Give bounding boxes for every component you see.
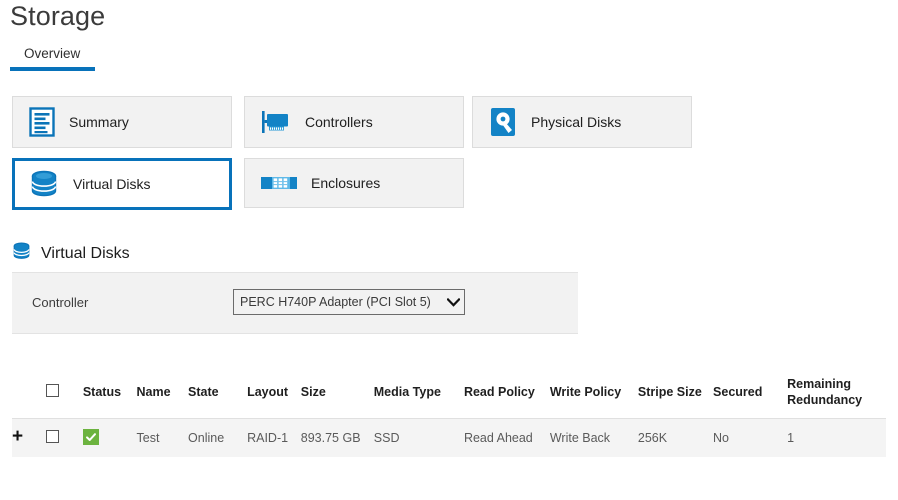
virtual-disks-table: Status Name State Layout Size Media Type… bbox=[12, 366, 886, 457]
card-summary-label: Summary bbox=[69, 114, 129, 130]
card-physical-disks-label: Physical Disks bbox=[531, 114, 621, 130]
document-lines-icon bbox=[29, 107, 55, 137]
td-layout: RAID-1 bbox=[247, 419, 301, 458]
card-enclosures[interactable]: Enclosures bbox=[244, 158, 464, 208]
td-size: 893.75 GB bbox=[301, 419, 374, 458]
th-secured: Secured bbox=[713, 366, 787, 419]
checkbox-unchecked-icon[interactable] bbox=[46, 384, 59, 397]
controller-filter-label: Controller bbox=[32, 295, 88, 310]
td-write-policy: Write Back bbox=[550, 419, 638, 458]
storage-page: Storage Overview Summary bbox=[0, 0, 898, 500]
th-remaining-redundancy: Remaining Redundancy bbox=[787, 366, 886, 419]
database-stack-icon bbox=[12, 241, 31, 266]
td-status bbox=[83, 419, 137, 458]
th-size: Size bbox=[301, 366, 374, 419]
td-name: Test bbox=[137, 419, 189, 458]
status-ok-check-icon bbox=[83, 429, 99, 445]
tab-active-underline bbox=[10, 67, 95, 71]
table-header-row: Status Name State Layout Size Media Type… bbox=[12, 366, 886, 419]
card-controllers-label: Controllers bbox=[305, 114, 373, 130]
td-secured: No bbox=[713, 419, 787, 458]
enclosure-icon bbox=[261, 173, 297, 193]
card-summary[interactable]: Summary bbox=[12, 96, 232, 148]
th-read-policy: Read Policy bbox=[464, 366, 550, 419]
hard-disk-icon bbox=[489, 107, 517, 137]
table-body: + Test Online RAID-1 893.75 GB SSD bbox=[12, 419, 886, 458]
controller-select[interactable]: PERC H740P Adapter (PCI Slot 5) bbox=[233, 289, 465, 315]
th-stripe-size: Stripe Size bbox=[638, 366, 713, 419]
td-remaining-redundancy: 1 bbox=[787, 419, 886, 458]
checkbox-unchecked-icon[interactable] bbox=[46, 430, 59, 443]
controller-filter-panel: Controller PERC H740P Adapter (PCI Slot … bbox=[12, 272, 578, 334]
td-expand: + bbox=[12, 419, 46, 458]
td-stripe-size: 256K bbox=[638, 419, 713, 458]
td-select bbox=[46, 419, 83, 458]
th-write-policy: Write Policy bbox=[550, 366, 638, 419]
section-header-virtual-disks: Virtual Disks bbox=[12, 241, 130, 266]
td-state: Online bbox=[188, 419, 247, 458]
table-row[interactable]: + Test Online RAID-1 893.75 GB SSD bbox=[12, 419, 886, 458]
th-name: Name bbox=[137, 366, 189, 419]
th-media-type: Media Type bbox=[374, 366, 464, 419]
th-expand bbox=[12, 366, 46, 419]
td-media-type: SSD bbox=[374, 419, 464, 458]
pci-card-icon bbox=[261, 109, 291, 135]
database-stack-icon bbox=[29, 169, 59, 199]
card-virtual-disks-label: Virtual Disks bbox=[73, 176, 151, 192]
page-title: Storage bbox=[10, 1, 105, 32]
section-title: Virtual Disks bbox=[41, 245, 130, 263]
plus-expand-icon[interactable]: + bbox=[12, 430, 23, 444]
card-physical-disks[interactable]: Physical Disks bbox=[472, 96, 692, 148]
card-virtual-disks[interactable]: Virtual Disks bbox=[12, 158, 232, 210]
card-enclosures-label: Enclosures bbox=[311, 175, 380, 191]
th-state: State bbox=[188, 366, 247, 419]
card-controllers[interactable]: Controllers bbox=[244, 96, 464, 148]
tab-overview[interactable]: Overview bbox=[10, 44, 94, 64]
controller-select-value: PERC H740P Adapter (PCI Slot 5) bbox=[240, 295, 445, 309]
th-select-all bbox=[46, 366, 83, 419]
table-header: Status Name State Layout Size Media Type… bbox=[12, 366, 886, 419]
th-status: Status bbox=[83, 366, 137, 419]
td-read-policy: Read Ahead bbox=[464, 419, 550, 458]
chevron-down-icon bbox=[447, 298, 460, 307]
th-layout: Layout bbox=[247, 366, 301, 419]
